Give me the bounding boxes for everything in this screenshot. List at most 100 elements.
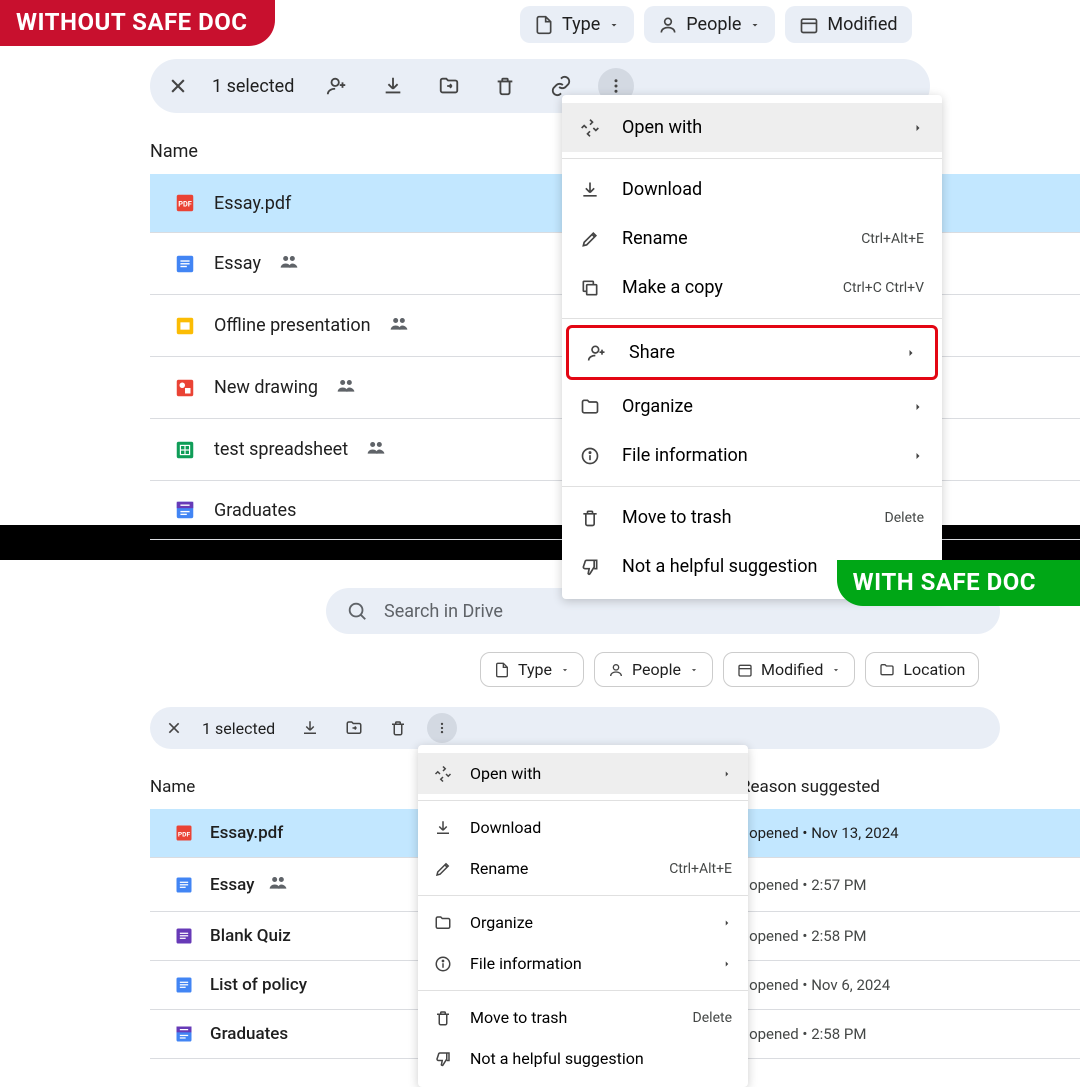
menu-open-with-label: Open with xyxy=(622,117,890,138)
filter-modified[interactable]: Modified xyxy=(723,652,855,687)
file-reason: You opened • 2:58 PM xyxy=(720,927,1060,945)
forms-icon xyxy=(174,1024,194,1044)
menu-rename-label: Rename xyxy=(622,228,839,249)
menu-not-helpful[interactable]: Not a helpful suggestion xyxy=(418,1038,748,1079)
trash-icon xyxy=(434,1009,452,1027)
open-with-icon xyxy=(434,765,452,783)
move-button[interactable] xyxy=(339,713,369,743)
file-name: Essay.pdf xyxy=(214,193,291,214)
menu-rename-shortcut: Ctrl+Alt+E xyxy=(861,231,924,247)
sheets-icon xyxy=(174,439,196,461)
folder-icon xyxy=(879,662,895,678)
move-button[interactable] xyxy=(430,67,468,105)
docs-icon xyxy=(174,975,194,995)
menu-organize[interactable]: Organize xyxy=(418,902,748,943)
menu-trash[interactable]: Move to trash Delete xyxy=(418,997,748,1038)
person-add-icon xyxy=(587,343,607,363)
move-folder-icon xyxy=(438,75,460,97)
file-reason: You opened • 2:57 PM xyxy=(720,876,1060,894)
download-icon xyxy=(301,719,319,737)
delete-button[interactable] xyxy=(383,713,413,743)
pdf-icon: PDF xyxy=(174,823,194,843)
menu-rename[interactable]: Rename Ctrl+Alt+E xyxy=(418,848,748,889)
menu-download-label: Download xyxy=(622,179,924,200)
menu-separator xyxy=(562,158,942,159)
menu-trash[interactable]: Move to trash Delete xyxy=(562,493,942,542)
download-button[interactable] xyxy=(295,713,325,743)
pencil-icon xyxy=(580,229,600,249)
delete-button[interactable] xyxy=(486,67,524,105)
info-icon xyxy=(580,446,600,466)
shared-icon xyxy=(279,251,299,276)
menu-share[interactable]: Share xyxy=(569,328,935,377)
docs-icon xyxy=(174,875,194,895)
menu-make-copy[interactable]: Make a copy Ctrl+C Ctrl+V xyxy=(562,263,942,312)
chevron-right-icon xyxy=(905,347,917,359)
person-icon xyxy=(608,662,624,678)
menu-file-info[interactable]: File information xyxy=(562,431,942,480)
menu-download[interactable]: Download xyxy=(562,165,942,214)
menu-rename-shortcut: Ctrl+Alt+E xyxy=(669,861,732,877)
menu-trash-shortcut: Delete xyxy=(885,510,924,526)
calendar-icon xyxy=(799,15,819,35)
menu-make-copy-label: Make a copy xyxy=(622,277,821,298)
more-vert-icon xyxy=(607,77,625,95)
reason-header[interactable]: Reason suggested xyxy=(740,777,1080,797)
filter-row: Type People Modified Location xyxy=(0,652,1080,693)
chevron-right-icon xyxy=(912,122,924,134)
shared-icon xyxy=(336,375,356,400)
filter-type-label: Type xyxy=(562,14,600,35)
chevron-right-icon xyxy=(722,769,732,779)
folder-icon xyxy=(434,914,452,932)
thumbs-down-icon xyxy=(434,1050,452,1068)
menu-open-with[interactable]: Open with xyxy=(562,103,942,152)
close-selection-button[interactable] xyxy=(162,70,194,102)
filter-people[interactable]: People xyxy=(594,652,713,687)
menu-file-info-label: File information xyxy=(622,445,890,466)
download-button[interactable] xyxy=(374,67,412,105)
menu-make-copy-shortcut: Ctrl+C Ctrl+V xyxy=(843,280,924,296)
chevron-down-icon xyxy=(831,665,841,675)
menu-rename[interactable]: Rename Ctrl+Alt+E xyxy=(562,214,942,263)
share-highlight: Share xyxy=(566,325,938,380)
folder-icon xyxy=(580,397,600,417)
selection-bar: 1 selected xyxy=(150,707,1000,749)
menu-file-info[interactable]: File information xyxy=(418,943,748,984)
context-menu: Open with Download Rename Ctrl+Alt+E Mak… xyxy=(562,95,942,599)
filter-people-label: People xyxy=(686,14,741,35)
menu-organize[interactable]: Organize xyxy=(562,382,942,431)
svg-text:PDF: PDF xyxy=(178,200,192,209)
filter-modified-label: Modified xyxy=(761,660,823,679)
close-selection-button[interactable] xyxy=(160,714,188,742)
thumbs-down-icon xyxy=(580,557,600,577)
filter-location[interactable]: Location xyxy=(865,652,979,687)
panel-with-safedoc: WITH SAFE DOC Search in Drive Type Peopl… xyxy=(0,560,1080,1080)
pencil-icon xyxy=(434,860,452,878)
chevron-down-icon xyxy=(689,665,699,675)
menu-not-helpful-label: Not a helpful suggestion xyxy=(470,1049,732,1068)
selection-count: 1 selected xyxy=(202,719,275,738)
file-icon xyxy=(494,662,510,678)
open-with-icon xyxy=(580,118,600,138)
person-icon xyxy=(658,15,678,35)
info-icon xyxy=(434,955,452,973)
download-icon xyxy=(580,180,600,200)
copy-icon xyxy=(580,278,600,298)
docs-icon xyxy=(174,253,196,275)
svg-text:PDF: PDF xyxy=(178,830,191,838)
close-icon xyxy=(168,76,188,96)
filter-type[interactable]: Type xyxy=(480,652,584,687)
filter-people[interactable]: People xyxy=(644,6,775,43)
menu-open-with[interactable]: Open with xyxy=(418,753,748,794)
menu-download-label: Download xyxy=(470,818,732,837)
file-name: Offline presentation xyxy=(214,315,371,336)
share-button[interactable] xyxy=(318,67,356,105)
filter-location-label: Location xyxy=(903,660,965,679)
file-name: Graduates xyxy=(214,500,296,521)
more-options-button[interactable] xyxy=(427,713,457,743)
search-placeholder: Search in Drive xyxy=(384,601,503,622)
menu-download[interactable]: Download xyxy=(418,807,748,848)
filter-type[interactable]: Type xyxy=(520,6,634,43)
filter-modified[interactable]: Modified xyxy=(785,6,911,43)
download-icon xyxy=(382,75,404,97)
